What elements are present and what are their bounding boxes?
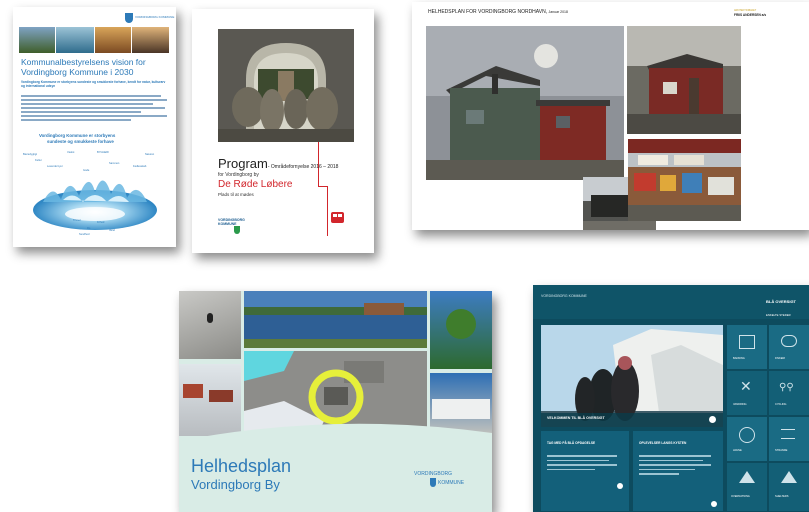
category-grid: BADNING FISKERI ✕ VANDRING ⚲⚲ CYKLING HA… xyxy=(727,325,809,511)
category-tile-5[interactable]: HAVNE xyxy=(727,417,767,461)
site-brand: BLÅ OVERSIGT xyxy=(766,299,797,304)
site-header: VORDINGBORG KOMMUNE BLÅ OVERSIGT ENKELTE… xyxy=(533,285,809,319)
helhedsplan-title: Helhedsplan xyxy=(191,456,292,476)
photo-top-left xyxy=(179,291,241,359)
arrow-right-icon[interactable] xyxy=(711,501,717,507)
firm-name: FRIIS ANDERSEN a/s xyxy=(734,13,767,17)
category-tile-3[interactable]: ✕ VANDRING xyxy=(727,371,767,415)
kommune-logo: VORDINGBORG KOMMUNE xyxy=(218,218,278,234)
category-tile-6[interactable]: STRANDE xyxy=(769,417,809,461)
arrow-right-icon[interactable] xyxy=(709,416,716,423)
red-bus-icon xyxy=(331,212,344,223)
program-title: Program- Områdefornyelse 2016 – 2018 xyxy=(218,156,339,171)
arrow-right-icon[interactable] xyxy=(617,483,623,489)
category-tile-8[interactable]: SHELTERS xyxy=(769,463,809,511)
shed-photo-red xyxy=(627,26,741,134)
nordhavn-title: HELHEDSPLAN FOR VORDINGBORG NORDHAVN, Ja… xyxy=(428,9,568,15)
kommune-logo: VORDINGBORG KOMMUNE xyxy=(414,471,465,487)
info-box-2[interactable]: OPLEVELSER LANGS KYSTEN xyxy=(633,431,723,511)
shield-icon xyxy=(234,226,240,234)
program-subtext: Plads til at mødes xyxy=(218,192,254,197)
beach-icon xyxy=(781,429,795,439)
red-runners-title: De Røde Løbere xyxy=(218,179,293,190)
vision-document: VORDINGBORG KOMMUNE Kommunalbestyrelsens… xyxy=(13,7,176,247)
shelter-icon xyxy=(781,471,797,483)
swim-icon xyxy=(739,335,755,349)
site-logo: VORDINGBORG KOMMUNE xyxy=(541,294,587,298)
category-tile-1[interactable]: BADNING xyxy=(727,325,767,369)
blaa-oversigt-document: VORDINGBORG KOMMUNE BLÅ OVERSIGT ENKELTE… xyxy=(533,285,809,512)
category-tile-7[interactable]: OVERNATNING xyxy=(727,463,767,511)
red-accent-line-down xyxy=(327,186,328,236)
category-tile-2[interactable]: FISKERI xyxy=(769,325,809,369)
shield-icon xyxy=(430,478,436,487)
cliffs-hero-photo xyxy=(541,325,723,427)
bike-icon: ⚲⚲ xyxy=(779,382,794,393)
helhedsplan-subtitle: Vordingborg By xyxy=(191,477,280,492)
hero-caption-bar: VELKOMMEN TIL BLÅ OVERSIGT xyxy=(541,413,723,427)
nordhavn-document: HELHEDSPLAN FOR VORDINGBORG NORDHAVN, Ja… xyxy=(412,2,809,230)
shed-photo-colorful xyxy=(628,139,741,221)
tent-icon xyxy=(739,471,755,483)
hike-icon: ✕ xyxy=(740,378,752,394)
shed-photo-main xyxy=(426,26,624,180)
helhedsplan-document: Helhedsplan Vordingborg By VORDINGBORG K… xyxy=(179,291,492,512)
program-document: Program- Områdefornyelse 2016 – 2018 for… xyxy=(192,9,374,253)
photo-lake xyxy=(244,291,427,348)
site-subtitle: ENKELTE STEDER xyxy=(766,313,791,317)
category-tile-4[interactable]: ⚲⚲ CYKLING xyxy=(769,371,809,415)
firm-label: ARKITEKTFIRMAET xyxy=(734,9,757,12)
fish-icon xyxy=(781,335,797,347)
program-for-text: for Vordingborg by xyxy=(218,172,259,178)
info-box-1[interactable]: TAG MED PÅ BLÅ OPDAGELSE xyxy=(541,431,629,511)
photo-tree xyxy=(430,291,492,369)
sculpture-photo xyxy=(218,29,354,142)
harbor-icon xyxy=(739,427,755,443)
vision-words: Bæredygtigt Vækst BYGGERI Naturen Kultur… xyxy=(23,151,155,236)
